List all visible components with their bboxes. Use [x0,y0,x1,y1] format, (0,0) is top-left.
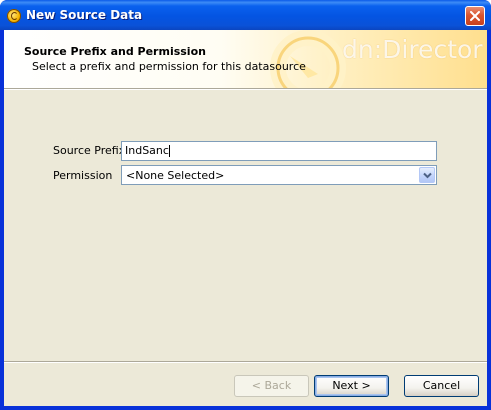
text-caret [168,145,170,157]
page-subtitle: Select a prefix and permission for this … [32,60,306,73]
source-prefix-label: Source Prefix [53,144,126,157]
dialog-window: New Source Data dn:Director Source Prefi… [0,0,491,410]
source-prefix-value: IndSanc [125,144,169,157]
source-prefix-input[interactable]: IndSanc [121,141,437,161]
close-icon [470,11,480,21]
close-button[interactable] [465,6,485,26]
footer-divider [4,361,487,363]
permission-selected-value: <None Selected> [126,169,225,182]
title-bar[interactable]: New Source Data [0,0,491,30]
permission-dropdown-button[interactable] [419,167,435,183]
window-title: New Source Data [26,8,143,22]
back-button[interactable]: < Back [234,375,309,397]
dialog-body: dn:Director Source Prefix and Permission… [4,30,487,406]
app-icon [7,9,21,23]
chevron-down-icon [423,172,432,179]
page-title: Source Prefix and Permission [24,45,206,58]
brand-watermark: dn:Director [342,35,483,64]
permission-label: Permission [53,169,113,182]
header-divider [4,88,487,90]
next-button[interactable]: Next > [314,375,389,397]
wizard-header: dn:Director Source Prefix and Permission… [4,30,487,88]
permission-select[interactable]: <None Selected> [121,165,437,185]
cancel-button[interactable]: Cancel [404,375,479,397]
